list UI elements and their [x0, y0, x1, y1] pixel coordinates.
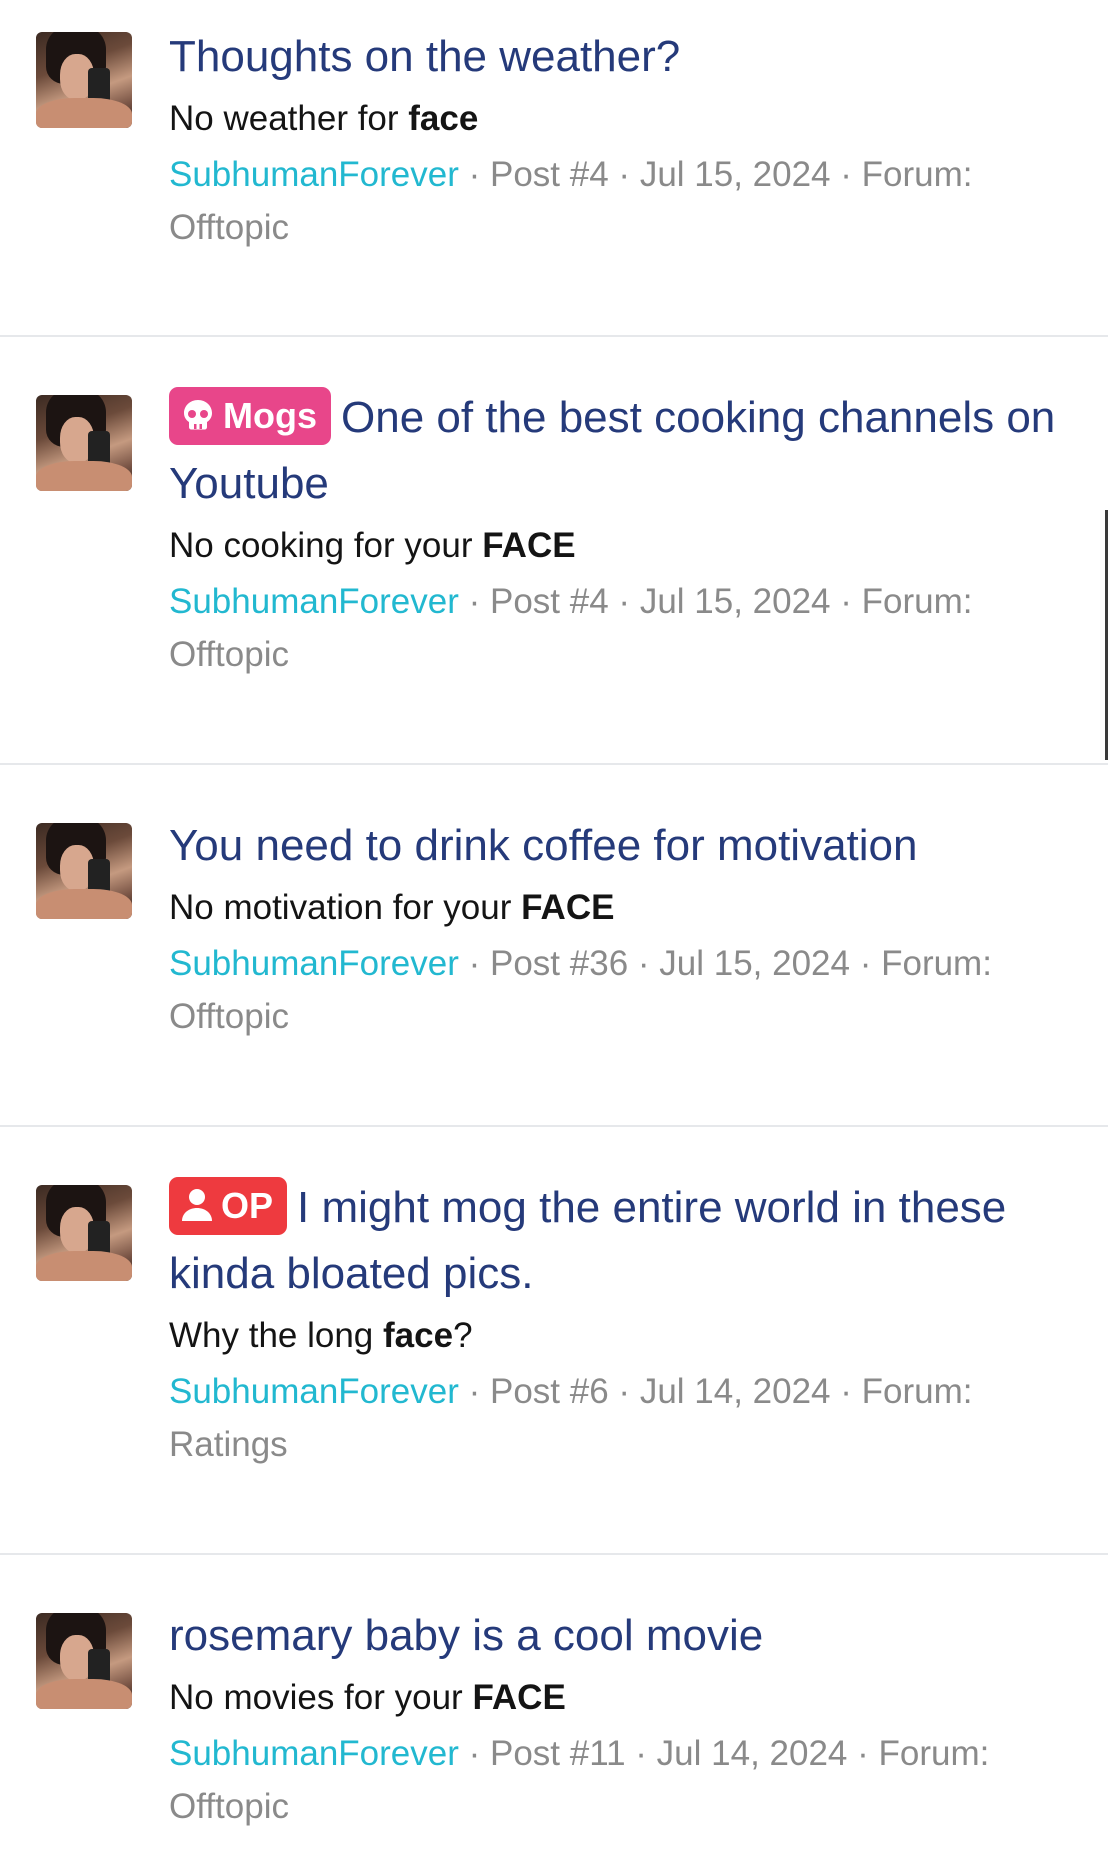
avatar[interactable] — [36, 1185, 132, 1281]
prefix-badge-op[interactable]: OP — [169, 1177, 288, 1235]
forum-link[interactable]: Ratings — [169, 1425, 288, 1464]
snippet-highlight: FACE — [472, 1678, 566, 1717]
post-date: Jul 14, 2024 — [656, 1734, 848, 1773]
result-title[interactable]: Thoughts on the weather? — [169, 24, 1084, 90]
author-link[interactable]: SubhumanForever — [169, 155, 459, 194]
forum-link[interactable]: Offtopic — [169, 635, 289, 674]
author-link[interactable]: SubhumanForever — [169, 1372, 459, 1411]
result-item: OP I might mog the entire world in these … — [0, 1127, 1108, 1555]
result-snippet: No movies for your FACE — [169, 1678, 566, 1717]
avatar[interactable] — [36, 395, 132, 491]
result-meta: SubhumanForever · Post #4 · Jul 15, 2024… — [169, 155, 973, 247]
post-number[interactable]: Post #36 — [490, 944, 628, 983]
snippet-highlight: face — [383, 1316, 454, 1355]
avatar[interactable] — [36, 1613, 132, 1709]
forum-label: Forum: — [861, 582, 973, 621]
snippet-highlight: FACE — [482, 526, 576, 565]
post-date: Jul 15, 2024 — [659, 944, 850, 983]
skull-icon — [181, 391, 215, 449]
result-item: Mogs One of the best cooking channels on … — [0, 337, 1108, 765]
result-title[interactable]: Mogs One of the best cooking channels on … — [169, 385, 1084, 517]
post-number[interactable]: Post #4 — [490, 155, 609, 194]
post-number[interactable]: Post #4 — [490, 582, 609, 621]
snippet-highlight: FACE — [521, 888, 615, 927]
author-link[interactable]: SubhumanForever — [169, 582, 459, 621]
author-link[interactable]: SubhumanForever — [169, 1734, 459, 1773]
result-title-text[interactable]: You need to drink coffee for motivation — [169, 821, 918, 870]
result-title[interactable]: OP I might mog the entire world in these … — [169, 1175, 1084, 1307]
forum-link[interactable]: Offtopic — [169, 997, 289, 1036]
result-title[interactable]: rosemary baby is a cool movie — [169, 1603, 1084, 1669]
result-item: rosemary baby is a cool movie No movies … — [0, 1555, 1108, 1855]
result-title-text[interactable]: Thoughts on the weather? — [169, 32, 680, 81]
result-title-text[interactable]: rosemary baby is a cool movie — [169, 1611, 763, 1660]
prefix-badge-mogs[interactable]: Mogs — [169, 387, 331, 445]
result-meta: SubhumanForever · Post #6 · Jul 14, 2024… — [169, 1372, 973, 1464]
author-link[interactable]: SubhumanForever — [169, 944, 459, 983]
post-number[interactable]: Post #6 — [490, 1372, 609, 1411]
result-title[interactable]: You need to drink coffee for motivation — [169, 813, 1084, 879]
forum-label: Forum: — [878, 1734, 990, 1773]
avatar[interactable] — [36, 823, 132, 919]
avatar[interactable] — [36, 32, 132, 128]
result-snippet: No weather for face — [169, 99, 479, 138]
post-date: Jul 15, 2024 — [639, 582, 831, 621]
result-item: You need to drink coffee for motivation … — [0, 765, 1108, 1127]
forum-label: Forum: — [861, 155, 973, 194]
result-meta: SubhumanForever · Post #36 · Jul 15, 202… — [169, 944, 992, 1036]
result-snippet: No cooking for your FACE — [169, 526, 576, 565]
result-title-text[interactable]: I might mog the entire world in these ki… — [169, 1183, 1006, 1298]
result-snippet: Why the long face? — [169, 1316, 473, 1355]
user-icon — [181, 1181, 213, 1239]
forum-link[interactable]: Offtopic — [169, 208, 289, 247]
forum-label: Forum: — [861, 1372, 973, 1411]
forum-label: Forum: — [881, 944, 992, 983]
post-date: Jul 15, 2024 — [639, 155, 831, 194]
forum-link[interactable]: Offtopic — [169, 1787, 289, 1826]
post-date: Jul 14, 2024 — [639, 1372, 831, 1411]
snippet-highlight: face — [408, 99, 479, 138]
result-meta: SubhumanForever · Post #4 · Jul 15, 2024… — [169, 582, 973, 674]
post-number[interactable]: Post #11 — [490, 1734, 626, 1773]
result-snippet: No motivation for your FACE — [169, 888, 615, 927]
result-item: Thoughts on the weather? No weather for … — [0, 0, 1108, 337]
search-results-list: Thoughts on the weather? No weather for … — [0, 0, 1108, 1855]
result-meta: SubhumanForever · Post #11 · Jul 14, 202… — [169, 1734, 990, 1826]
